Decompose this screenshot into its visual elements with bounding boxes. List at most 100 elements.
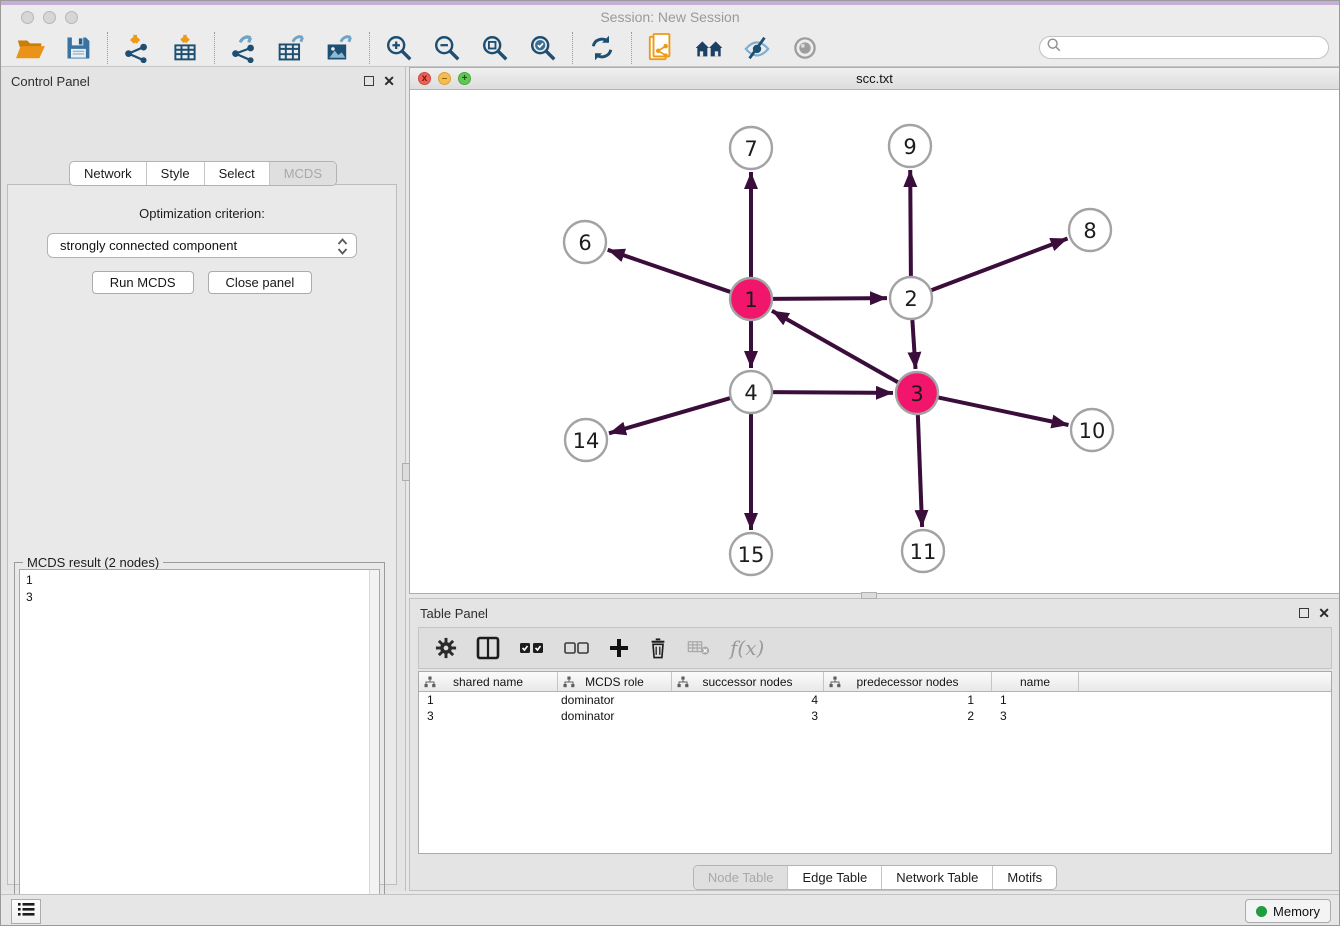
control-panel-tabs: NetworkStyleSelectMCDS: [69, 161, 337, 186]
list-icon: [17, 902, 35, 922]
app-title: Session: New Session: [1, 9, 1339, 25]
function-builder-icon[interactable]: f(x): [730, 636, 764, 660]
status-bar: Memory: [1, 894, 1339, 926]
network-window-titlebar[interactable]: x – + scc.txt: [410, 68, 1339, 90]
graph-edge-4-14[interactable]: [609, 398, 731, 433]
tab-network-table[interactable]: Network Table: [881, 866, 992, 889]
table-row[interactable]: 3dominator323: [419, 708, 1331, 724]
graph-edge-1-2[interactable]: [772, 298, 887, 299]
tab-edge-table[interactable]: Edge Table: [787, 866, 881, 889]
zoom-selected-icon[interactable]: [528, 33, 558, 63]
add-column-icon[interactable]: [609, 638, 629, 658]
column-header-predecessor-nodes[interactable]: predecessor nodes: [824, 672, 992, 691]
control-panel-title: Control Panel: [1, 74, 90, 89]
hide-selected-icon[interactable]: [742, 33, 772, 63]
tab-mcds[interactable]: MCDS: [269, 162, 336, 185]
column-layout-icon[interactable]: [476, 636, 500, 660]
tab-network[interactable]: Network: [70, 162, 146, 185]
search-icon: [1046, 37, 1062, 58]
mcds-result-item[interactable]: 3: [26, 589, 379, 606]
table-cell[interactable]: 1: [992, 693, 1079, 707]
close-icon[interactable]: ✕: [1318, 606, 1330, 620]
tab-node-table[interactable]: Node Table: [694, 866, 788, 889]
graph-edge-2-9[interactable]: [910, 170, 911, 277]
table-cell[interactable]: dominator: [558, 709, 672, 723]
float-window-icon[interactable]: [364, 76, 374, 86]
node-table-header: shared name MCDS role successor nodes pr…: [419, 672, 1331, 692]
network-from-selection-icon[interactable]: [646, 33, 676, 63]
deselect-all-icon[interactable]: [564, 641, 590, 655]
graph-edge-2-3[interactable]: [912, 319, 915, 369]
main-toolbar: [1, 29, 1339, 67]
graph-edge-2-8[interactable]: [931, 239, 1068, 291]
zoom-in-icon[interactable]: [384, 33, 414, 63]
export-table-icon[interactable]: [277, 33, 307, 63]
search-input[interactable]: [1039, 36, 1329, 59]
table-cell[interactable]: dominator: [558, 693, 672, 707]
panel-divider-handle[interactable]: [402, 463, 410, 481]
control-panel: Control Panel ✕ NetworkStyleSelectMCDS O…: [1, 67, 406, 891]
column-header-shared-name[interactable]: shared name: [419, 672, 558, 691]
first-neighbors-icon[interactable]: [694, 33, 724, 63]
graph-edge-3-10[interactable]: [938, 397, 1069, 425]
graph-node-label-9: 9: [903, 135, 916, 159]
mcds-result-list[interactable]: 13: [19, 569, 380, 926]
delete-table-icon[interactable]: [687, 640, 711, 656]
memory-status-icon: [1256, 906, 1267, 917]
graph-node-label-8: 8: [1083, 219, 1096, 243]
show-all-icon[interactable]: [790, 33, 820, 63]
select-all-icon[interactable]: [519, 641, 545, 655]
import-table-icon[interactable]: [170, 33, 200, 63]
tab-style[interactable]: Style: [146, 162, 204, 185]
delete-column-icon[interactable]: [648, 637, 668, 659]
table-panel-tabs: Node TableEdge TableNetwork TableMotifs: [693, 865, 1057, 890]
graph-node-label-7: 7: [744, 137, 757, 161]
graph-edge-3-11[interactable]: [918, 414, 922, 527]
chevron-up-down-icon: [337, 238, 348, 258]
graph-edge-1-6[interactable]: [608, 250, 731, 292]
close-icon[interactable]: ✕: [383, 74, 395, 88]
network-graph[interactable]: 7968124314101511: [410, 90, 1339, 593]
graph-edge-3-1[interactable]: [772, 311, 899, 383]
hierarchy-icon: [677, 676, 689, 691]
table-panel-title: Table Panel: [410, 606, 488, 621]
float-window-icon[interactable]: [1299, 608, 1309, 618]
table-cell[interactable]: 3: [419, 709, 558, 723]
graph-node-label-2: 2: [904, 287, 917, 311]
save-icon[interactable]: [63, 33, 93, 63]
column-header-mcds-role[interactable]: MCDS role: [558, 672, 672, 691]
table-cell[interactable]: 4: [672, 693, 824, 707]
import-network-icon[interactable]: [122, 33, 152, 63]
column-header-name[interactable]: name: [992, 672, 1079, 691]
graph-node-label-11: 11: [910, 540, 937, 564]
gear-icon[interactable]: [435, 637, 457, 659]
tab-select[interactable]: Select: [204, 162, 269, 185]
memory-label: Memory: [1273, 904, 1320, 919]
run-mcds-button[interactable]: Run MCDS: [92, 271, 194, 294]
task-history-button[interactable]: [11, 899, 41, 924]
export-network-icon[interactable]: [229, 33, 259, 63]
table-cell[interactable]: 2: [824, 709, 992, 723]
memory-button[interactable]: Memory: [1245, 899, 1331, 923]
export-image-icon[interactable]: [325, 33, 355, 63]
table-cell[interactable]: 3: [672, 709, 824, 723]
table-cell[interactable]: 3: [992, 709, 1079, 723]
open-folder-icon[interactable]: [15, 33, 45, 63]
zoom-out-icon[interactable]: [432, 33, 462, 63]
table-row[interactable]: 1dominator411: [419, 692, 1331, 708]
graph-node-label-14: 14: [573, 429, 600, 453]
app-titlebar[interactable]: Session: New Session: [1, 5, 1339, 29]
table-cell[interactable]: 1: [419, 693, 558, 707]
hierarchy-icon: [563, 676, 575, 691]
refresh-layout-icon[interactable]: [587, 33, 617, 63]
horizontal-divider-handle[interactable]: [861, 592, 877, 599]
zoom-fit-icon[interactable]: [480, 33, 510, 63]
scrollbar[interactable]: [369, 570, 379, 926]
close-panel-button[interactable]: Close panel: [208, 271, 313, 294]
graph-edge-4-3[interactable]: [772, 392, 893, 393]
optimization-criterion-select[interactable]: strongly connected component: [47, 233, 357, 258]
tab-motifs[interactable]: Motifs: [992, 866, 1056, 889]
mcds-result-item[interactable]: 1: [26, 572, 379, 589]
table-cell[interactable]: 1: [824, 693, 992, 707]
column-header-successor-nodes[interactable]: successor nodes: [672, 672, 824, 691]
